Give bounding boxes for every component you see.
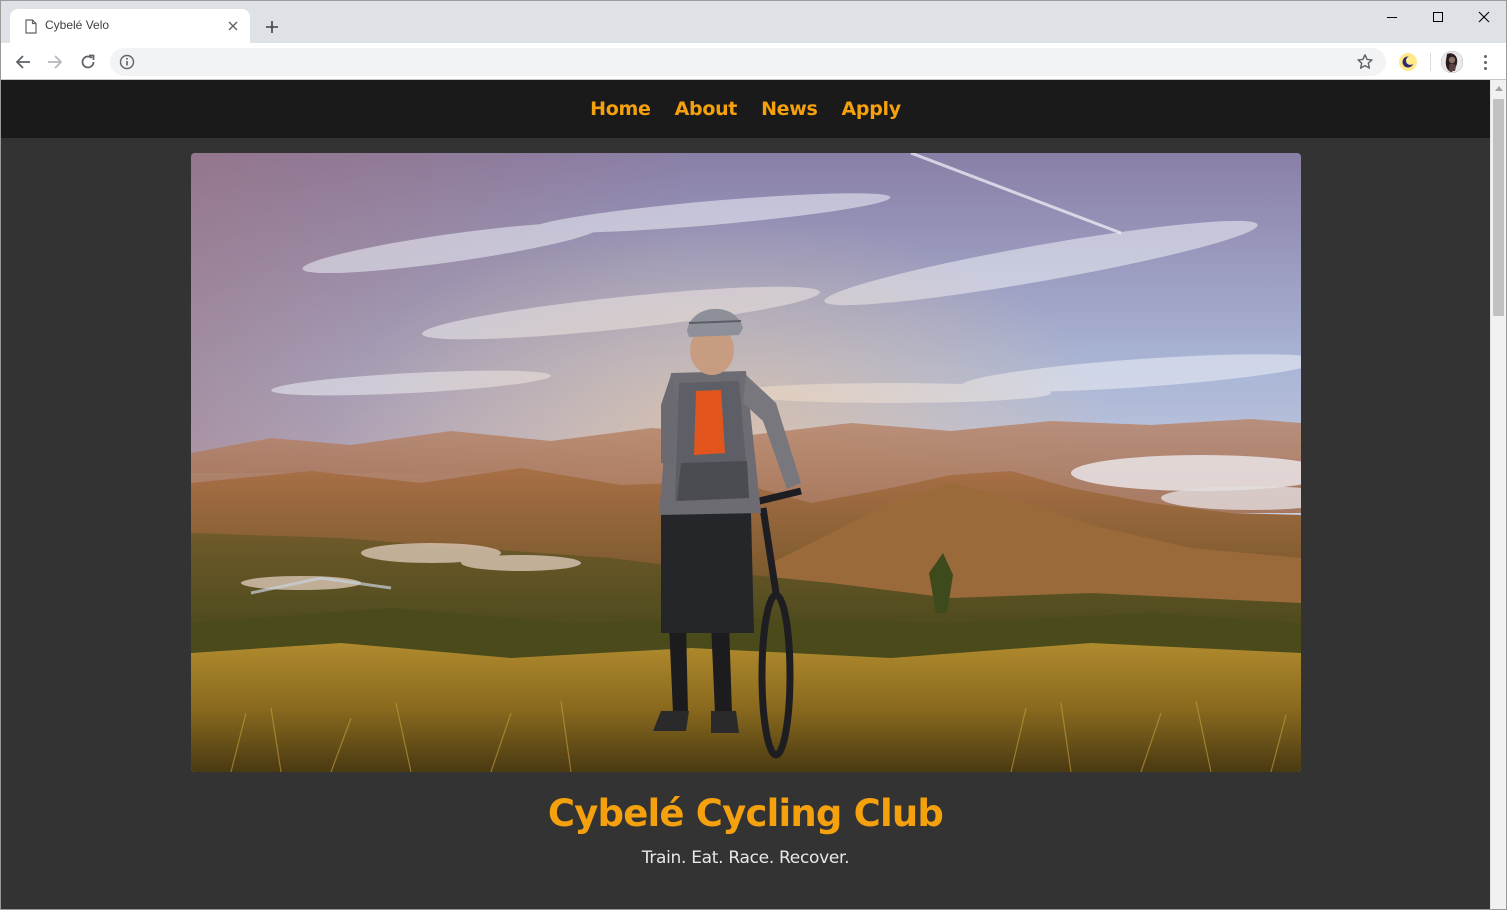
address-bar[interactable]: [110, 48, 1386, 76]
site-tagline: Train. Eat. Race. Recover.: [641, 848, 850, 868]
toolbar-divider: [1430, 53, 1431, 71]
maximize-icon: [1433, 12, 1443, 22]
more-vert-icon[interactable]: [1476, 51, 1494, 73]
minimize-button[interactable]: [1369, 3, 1415, 31]
close-icon: [228, 21, 238, 31]
moon-icon[interactable]: [1398, 52, 1418, 72]
page-viewport: Home About News Apply Cybelé Cycling Clu…: [1, 80, 1490, 909]
back-button[interactable]: [12, 51, 34, 73]
tab-title: Cybelé Velo: [45, 18, 110, 32]
browser-window: Cybelé Velo Home About News Apply Cybelé…: [0, 0, 1507, 910]
browser-toolbar: [1, 43, 1506, 80]
close-icon: [1478, 11, 1490, 23]
scroll-up-arrow-icon[interactable]: [1495, 86, 1503, 91]
info-icon[interactable]: [119, 54, 135, 70]
avatar[interactable]: [1441, 51, 1463, 73]
arrow-right-icon: [48, 55, 63, 69]
nav-home[interactable]: Home: [590, 98, 651, 120]
star-icon[interactable]: [1356, 53, 1374, 71]
forward-button[interactable]: [44, 51, 66, 73]
profile-image: [1441, 51, 1463, 73]
vertical-scrollbar[interactable]: [1490, 80, 1506, 909]
nav-about[interactable]: About: [675, 98, 738, 120]
reload-button[interactable]: [77, 51, 99, 73]
arrow-left-icon: [15, 55, 30, 69]
site-title: Cybelé Cycling Club: [547, 792, 944, 835]
scrollbar-thumb[interactable]: [1493, 99, 1504, 316]
minimize-icon: [1387, 17, 1397, 18]
browser-tab[interactable]: Cybelé Velo: [10, 9, 250, 43]
document-icon: [25, 19, 37, 34]
new-tab-button[interactable]: [262, 17, 282, 37]
nav-apply[interactable]: Apply: [842, 98, 902, 120]
cyclist-landscape-photo: [191, 153, 1301, 772]
hero-image: [191, 153, 1301, 772]
site-nav: Home About News Apply: [1, 80, 1490, 138]
nav-news[interactable]: News: [761, 98, 818, 120]
window-close-button[interactable]: [1461, 3, 1506, 31]
close-tab-button[interactable]: [225, 18, 241, 34]
plus-icon: [266, 21, 278, 33]
reload-icon: [81, 54, 95, 69]
tab-strip: Cybelé Velo: [1, 1, 1506, 43]
maximize-button[interactable]: [1415, 3, 1461, 31]
